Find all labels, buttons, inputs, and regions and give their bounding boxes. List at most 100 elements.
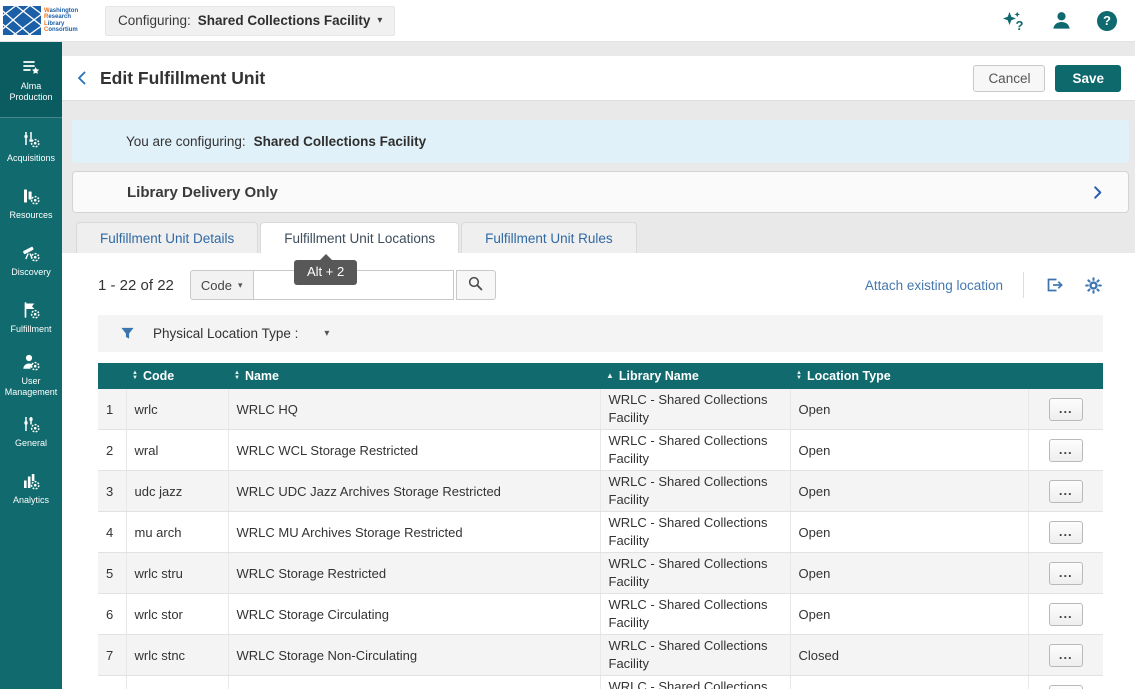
locations-tab-panel: Alt + 2 1 - 22 of 22 Code ▾: [62, 253, 1135, 689]
record-count: 1 - 22 of 22: [98, 277, 174, 294]
row-number: 3: [98, 471, 126, 512]
col-code[interactable]: ▲▼ Code: [126, 363, 228, 389]
acquisitions-icon: [21, 129, 41, 149]
row-actions-button[interactable]: ...: [1049, 562, 1083, 585]
chevron-down-icon: ▾: [238, 280, 243, 291]
main-content: Edit Fulfillment Unit Cancel Save You ar…: [62, 42, 1135, 689]
analytics-icon: [21, 471, 41, 491]
help-icon[interactable]: ?: [1097, 11, 1117, 31]
configuring-info-bar: You are configuring: Shared Collections …: [72, 120, 1129, 163]
row-actions-button[interactable]: ...: [1049, 398, 1083, 421]
cell-actions: ...: [1028, 635, 1103, 676]
cancel-button[interactable]: Cancel: [973, 65, 1045, 92]
cell-name: WRLC HQ: [228, 389, 600, 430]
table-row: 8 wrlc shrp WRLC Shared periodical WRLC …: [98, 676, 1103, 689]
cell-location-type: Open: [790, 553, 1028, 594]
info-bar-label: You are configuring:: [126, 134, 246, 149]
filter-dropdown[interactable]: ▾: [324, 328, 329, 339]
attach-existing-location-link[interactable]: Attach existing location: [865, 278, 1003, 293]
configuring-dropdown[interactable]: Configuring: Shared Collections Facility…: [105, 6, 395, 36]
export-icon[interactable]: [1044, 275, 1064, 295]
general-icon: [21, 414, 41, 434]
cell-code: wrlc: [126, 389, 228, 430]
search-icon: [467, 275, 484, 295]
sidebar-item-user-management[interactable]: User Management: [0, 346, 62, 403]
back-button[interactable]: [74, 69, 92, 87]
chevron-right-icon[interactable]: [1090, 184, 1106, 200]
wrlc-logo[interactable]: Washington Research Library Consortium: [0, 6, 100, 35]
search-button[interactable]: [456, 270, 496, 300]
cell-code: wrlc stnc: [126, 635, 228, 676]
configuring-label: Configuring:: [118, 13, 191, 28]
cell-actions: ...: [1028, 553, 1103, 594]
search-field-dropdown[interactable]: Code ▾: [190, 270, 254, 300]
cell-actions: ...: [1028, 471, 1103, 512]
col-library-name[interactable]: ▲ Library Name: [600, 363, 790, 389]
col-row-number: [98, 363, 126, 389]
save-button[interactable]: Save: [1055, 65, 1121, 92]
cell-name: WRLC Shared periodical: [228, 676, 600, 689]
table-header-row: ▲▼ Code ▲▼ Name ▲ Library Name ▲▼ Locati…: [98, 363, 1103, 389]
table-row: 6 wrlc stor WRLC Storage Circulating WRL…: [98, 594, 1103, 635]
sort-icon: ▲▼: [234, 371, 240, 381]
cell-name: WRLC MU Archives Storage Restricted: [228, 512, 600, 553]
filter-icon[interactable]: [120, 326, 135, 341]
header-actions: Cancel Save: [973, 65, 1121, 92]
cell-library-name: WRLC - Shared Collections Facility: [600, 594, 790, 635]
row-number: 1: [98, 389, 126, 430]
row-actions-button[interactable]: ...: [1049, 521, 1083, 544]
tab-fulfillment-unit-locations[interactable]: Fulfillment Unit Locations: [260, 222, 459, 253]
cell-library-name: WRLC - Shared Collections Facility: [600, 553, 790, 594]
cell-location-type: Open: [790, 389, 1028, 430]
sidebar-item-discovery[interactable]: Discovery: [0, 232, 62, 289]
cell-code: wral: [126, 430, 228, 471]
sidebar: Alma Production Acquisitions Resources D…: [0, 42, 62, 689]
settings-gear-icon[interactable]: [1084, 276, 1103, 295]
row-actions-button[interactable]: ...: [1049, 603, 1083, 626]
row-number: 7: [98, 635, 126, 676]
sidebar-item-fulfillment[interactable]: Fulfillment: [0, 289, 62, 346]
sidebar-item-acquisitions[interactable]: Acquisitions: [0, 118, 62, 175]
page-title: Edit Fulfillment Unit: [100, 68, 265, 89]
alma-app: Washington Research Library Consortium C…: [0, 0, 1135, 689]
sidebar-item-analytics[interactable]: Analytics: [0, 460, 62, 517]
ai-assistant-icon[interactable]: ?: [1000, 10, 1026, 32]
table-body: 1 wrlc WRLC HQ WRLC - Shared Collections…: [98, 389, 1103, 689]
col-location-type[interactable]: ▲▼ Location Type: [790, 363, 1028, 389]
row-actions-button[interactable]: ...: [1049, 439, 1083, 462]
cell-location-type: Open: [790, 430, 1028, 471]
table-row: 1 wrlc WRLC HQ WRLC - Shared Collections…: [98, 389, 1103, 430]
shortcut-tooltip: Alt + 2: [294, 260, 357, 285]
row-actions-button[interactable]: ...: [1049, 480, 1083, 503]
list-toolbar: 1 - 22 of 22 Code ▾: [62, 253, 1135, 300]
table-row: 2 wral WRLC WCL Storage Restricted WRLC …: [98, 430, 1103, 471]
cell-library-name: WRLC - Shared Collections Facility: [600, 430, 790, 471]
cell-library-name: WRLC - Shared Collections Facility: [600, 676, 790, 689]
sidebar-item-resources[interactable]: Resources: [0, 175, 62, 232]
alma-production-icon: [21, 57, 41, 77]
page-header: Edit Fulfillment Unit Cancel Save: [62, 56, 1135, 101]
row-actions-button[interactable]: ...: [1049, 685, 1083, 689]
cell-code: mu arch: [126, 512, 228, 553]
tab-fulfillment-unit-rules[interactable]: Fulfillment Unit Rules: [461, 222, 637, 253]
section-title: Library Delivery Only: [127, 184, 278, 201]
user-icon[interactable]: [1050, 9, 1073, 32]
sidebar-item-alma-production[interactable]: Alma Production: [0, 42, 62, 118]
cell-location-type: Open: [790, 471, 1028, 512]
cell-name: WRLC WCL Storage Restricted: [228, 430, 600, 471]
configuring-value: Shared Collections Facility: [198, 13, 371, 28]
search-field-label: Code: [201, 278, 232, 293]
cell-library-name: WRLC - Shared Collections Facility: [600, 635, 790, 676]
table-row: 7 wrlc stnc WRLC Storage Non-Circulating…: [98, 635, 1103, 676]
cell-location-type: Open: [790, 594, 1028, 635]
wrlc-logo-text: Washington Research Library Consortium: [44, 8, 78, 34]
user-management-icon: [21, 352, 41, 372]
tab-fulfillment-unit-details[interactable]: Fulfillment Unit Details: [76, 222, 258, 253]
col-name[interactable]: ▲▼ Name: [228, 363, 600, 389]
discovery-icon: [21, 243, 41, 263]
cell-location-type: Open: [790, 676, 1028, 689]
cell-library-name: WRLC - Shared Collections Facility: [600, 389, 790, 430]
library-delivery-only-section[interactable]: Library Delivery Only: [72, 171, 1129, 213]
sidebar-item-general[interactable]: General: [0, 403, 62, 460]
row-actions-button[interactable]: ...: [1049, 644, 1083, 667]
